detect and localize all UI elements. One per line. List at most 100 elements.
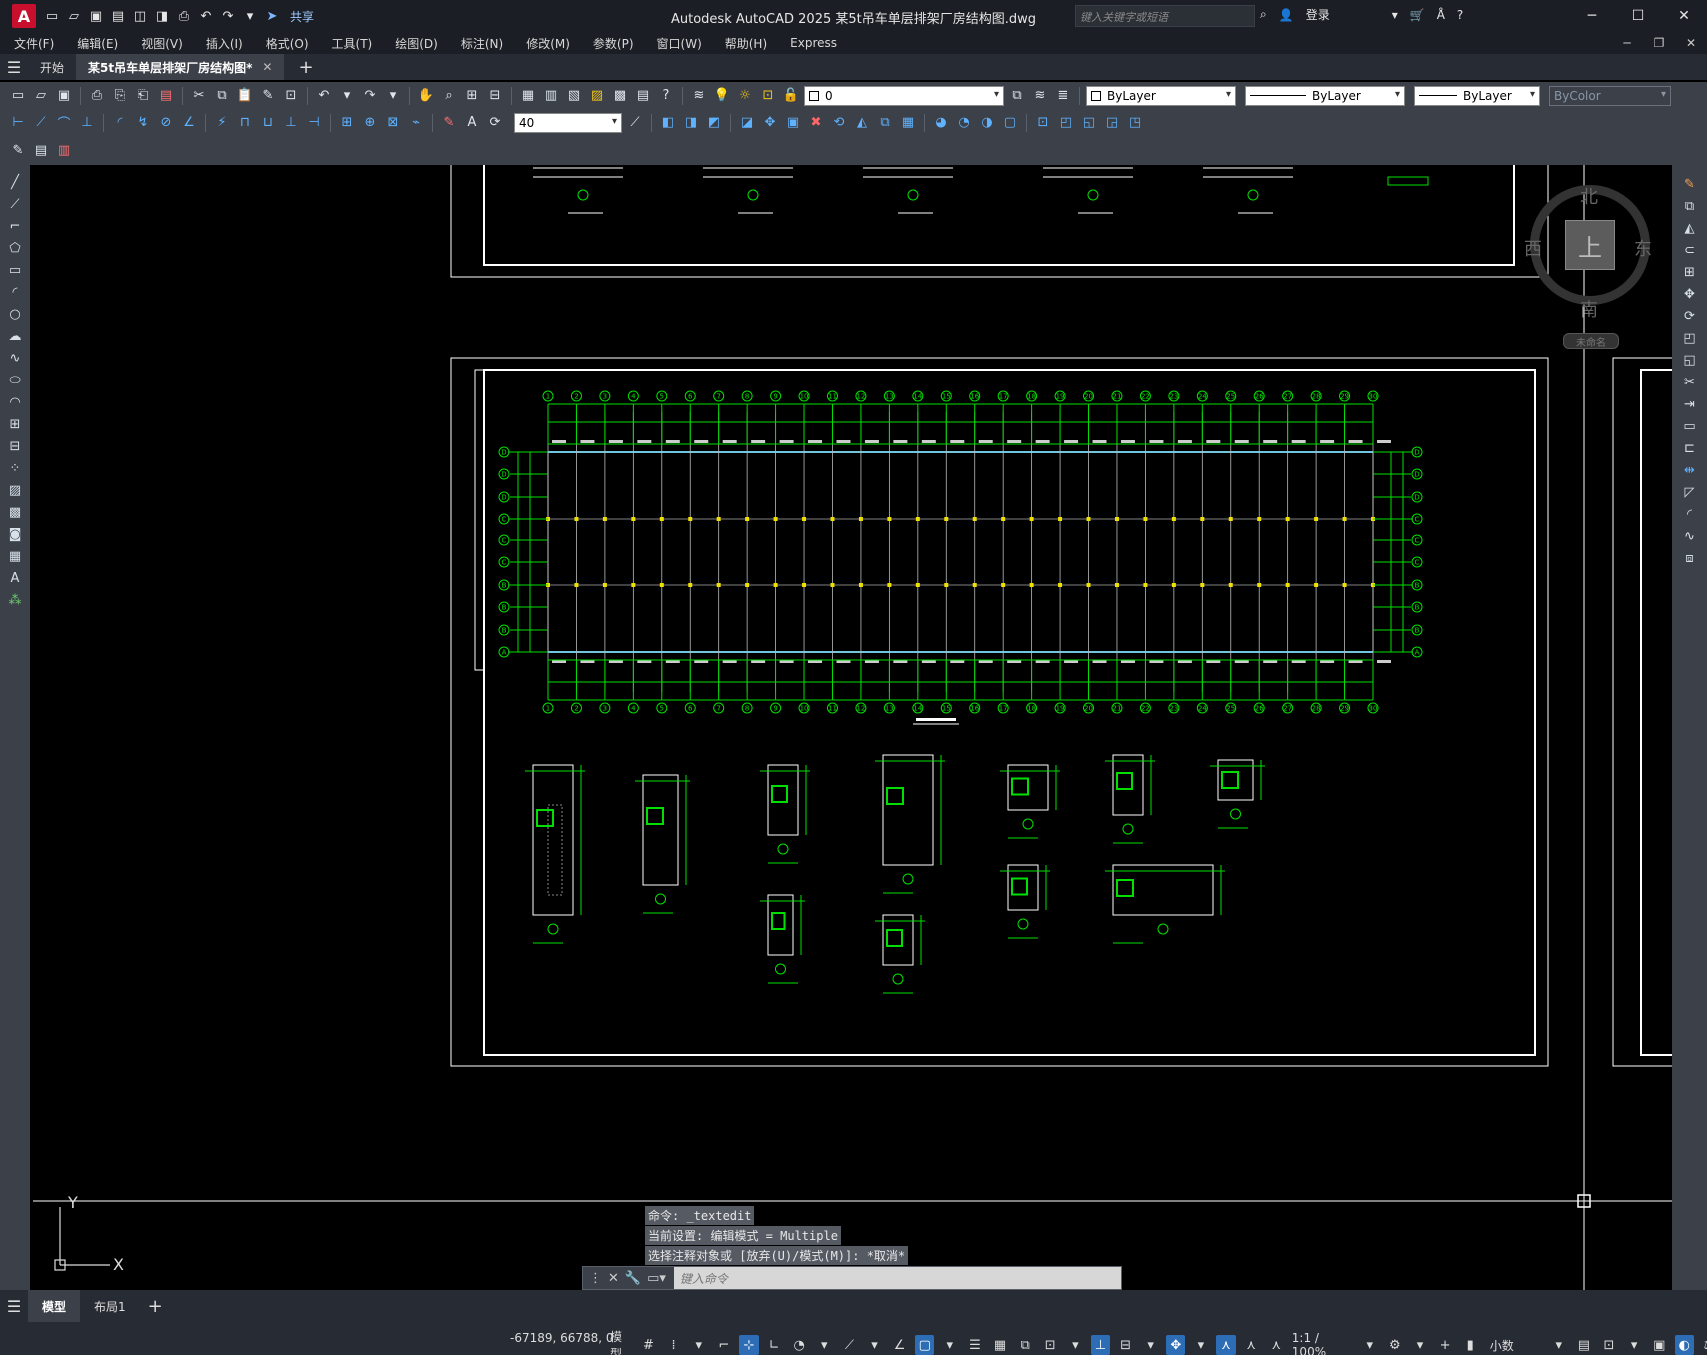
menu-window[interactable]: 窗口(W) [657, 35, 702, 52]
add-selected-icon[interactable]: ⁂ [5, 591, 25, 610]
delete-faces-icon[interactable]: ✖ [806, 113, 826, 133]
3d-print-icon[interactable]: ▤ [156, 86, 176, 106]
layer-thaw-icon[interactable]: ☼ [735, 86, 755, 106]
share-icon[interactable]: ➤ [264, 8, 280, 24]
annotation-scale-label[interactable]: 1:1 / 100% [1292, 1331, 1354, 1355]
polar-tracking-icon[interactable]: ◔ [790, 1335, 809, 1355]
polar-dropdown-icon[interactable]: ▾ [815, 1335, 834, 1355]
arc-icon[interactable]: ◜ [5, 283, 25, 302]
slice-icon[interactable]: ◲ [1102, 113, 1122, 133]
menu-modify[interactable]: 修改(M) [526, 35, 570, 52]
open-web-icon[interactable]: ◫ [132, 8, 148, 24]
gizmo-dropdown-icon[interactable]: ▾ [1191, 1335, 1210, 1355]
dim-baseline-icon[interactable]: ⊓ [235, 113, 255, 133]
infer-constraints-icon[interactable]: ⌐ [714, 1335, 733, 1355]
gradient-icon[interactable]: ▩ [5, 503, 25, 522]
autocad-logo-icon[interactable]: A [12, 4, 36, 28]
explode-icon[interactable]: ⧈ [1680, 549, 1700, 568]
layer-dropdown[interactable]: 0 ▾ [804, 85, 1004, 106]
chamfer-icon[interactable]: ◸ [1680, 483, 1700, 502]
dynamic-input-icon[interactable]: ⊹ [739, 1335, 759, 1355]
lineweight-dropdown[interactable]: ByLayer ▾ [1414, 85, 1540, 106]
save-web-icon[interactable]: ◨ [154, 8, 170, 24]
quick-properties-icon[interactable]: ▤ [1574, 1335, 1593, 1355]
block-editor-icon[interactable]: ⊡ [281, 86, 301, 106]
menu-insert[interactable]: 插入(I) [206, 35, 243, 52]
snap-dropdown-icon[interactable]: ▾ [689, 1335, 708, 1355]
units-label[interactable]: 小数 [1490, 1337, 1544, 1354]
plot-icon[interactable]: ⎙ [176, 8, 192, 24]
spline-icon[interactable]: ∿ [5, 349, 25, 368]
array-icon[interactable]: ⊞ [1680, 263, 1700, 282]
paste-icon[interactable]: 📋 [235, 86, 255, 106]
zoom-window-icon[interactable]: ⊞ [462, 86, 482, 106]
menu-help[interactable]: 帮助(H) [725, 35, 767, 52]
snap-icon[interactable]: ⁞ [664, 1335, 683, 1355]
point-icon[interactable]: ⁘ [5, 459, 25, 478]
annotation-scale-icon[interactable]: ⋏ [1267, 1335, 1286, 1355]
dim-linear-icon[interactable]: ⊢ [8, 113, 28, 133]
selection-filter-dropdown-icon[interactable]: ▾ [1141, 1335, 1160, 1355]
zoom-previous-icon[interactable]: ⊟ [485, 86, 505, 106]
object-snap-icon[interactable]: ▢ [915, 1335, 935, 1355]
workspace-gear-icon[interactable]: ⚙ [1385, 1335, 1404, 1355]
menu-file[interactable]: 文件(F) [14, 35, 54, 52]
dim-angular-icon[interactable]: ∠ [179, 113, 199, 133]
selection-cycling-icon[interactable]: ⧉ [1016, 1335, 1035, 1355]
dim-update-icon[interactable]: ⟳ [485, 113, 505, 133]
pan-icon[interactable]: ✋ [416, 86, 436, 106]
copy-faces-icon[interactable]: ⧉ [875, 113, 895, 133]
tab-model[interactable]: 模型 [28, 1290, 81, 1322]
lock-ui-icon[interactable]: ⊡ [1599, 1335, 1618, 1355]
workspace-dropdown-icon[interactable]: ▾ [1410, 1335, 1429, 1355]
break-icon[interactable]: ⊏ [1680, 439, 1700, 458]
clean-icon[interactable]: ◔ [954, 113, 974, 133]
viewcube[interactable]: 上 北 南 东 西 未命名 [1524, 185, 1652, 355]
dynamic-ucs-icon[interactable]: ⊥ [1090, 1335, 1111, 1355]
match-properties-icon[interactable]: ✎ [258, 86, 278, 106]
section-icon[interactable]: ◳ [1125, 113, 1145, 133]
fillet-icon[interactable]: ◜ [1680, 505, 1700, 524]
share-label[interactable]: 共享 [290, 8, 314, 25]
sheet-set-icon[interactable]: ▨ [587, 86, 607, 106]
layer-state-icon[interactable]: ≣ [1053, 86, 1073, 106]
help-search-input[interactable]: 键入关键字或短语 [1075, 5, 1255, 27]
dropdown-chevron-icon[interactable]: ▾ [1392, 8, 1398, 22]
join-icon[interactable]: ⇹ [1680, 461, 1700, 480]
subtract-icon[interactable]: ◨ [681, 113, 701, 133]
viewcube-wcs-menu[interactable]: 未命名 [1563, 333, 1619, 349]
qnew-icon[interactable]: ▭ [8, 86, 28, 106]
layer-on-icon[interactable]: 💡 [712, 86, 732, 106]
dim-edit-icon[interactable]: ✎ [439, 113, 459, 133]
isodraft-dropdown-icon[interactable]: ▾ [865, 1335, 884, 1355]
properties-icon[interactable]: ▦ [518, 86, 538, 106]
dim-diameter-icon[interactable]: ⊘ [156, 113, 176, 133]
command-prompt-icon[interactable]: ▭▾ [647, 1271, 666, 1286]
color-faces-icon[interactable]: ▦ [898, 113, 918, 133]
save-as-icon[interactable]: ▤ [110, 8, 126, 24]
isodraft-icon[interactable]: ⟋ [840, 1335, 859, 1355]
new-tab-icon[interactable]: + [298, 57, 313, 78]
tab-start[interactable]: 开始 [28, 54, 76, 80]
design-center-icon[interactable]: ▥ [541, 86, 561, 106]
menu-parametric[interactable]: 参数(P) [593, 35, 634, 52]
dim-ordinate-icon[interactable]: ⊥ [77, 113, 97, 133]
blend-curves-icon[interactable]: ∿ [1680, 527, 1700, 546]
line-icon[interactable]: ╱ [5, 173, 25, 192]
dim-jogged-icon[interactable]: ↯ [133, 113, 153, 133]
viewcube-east-label[interactable]: 东 [1634, 235, 1652, 261]
linetype-dropdown[interactable]: ByLayer ▾ [1245, 85, 1405, 106]
quick-dim-icon[interactable]: ⚡ [212, 113, 232, 133]
annotation-visibility-icon[interactable]: ⋏ [1216, 1335, 1236, 1355]
jogged-linear-icon[interactable]: ⌁ [406, 113, 426, 133]
maximize-icon[interactable]: ☐ [1615, 0, 1661, 32]
shell-icon[interactable]: ▢ [1000, 113, 1020, 133]
dim-continue-icon[interactable]: ⊔ [258, 113, 278, 133]
copy-object-icon[interactable]: ⧉ [1680, 197, 1700, 216]
menu-view[interactable]: 视图(V) [141, 35, 183, 52]
revision-cloud-icon[interactable]: ☁ [5, 327, 25, 346]
tab-layout1[interactable]: 布局1 [80, 1290, 140, 1322]
intersect-icon[interactable]: ◩ [704, 113, 724, 133]
offset-icon[interactable]: ⊂ [1680, 241, 1700, 260]
command-drag-handle-icon[interactable]: ⋮ [589, 1271, 602, 1286]
